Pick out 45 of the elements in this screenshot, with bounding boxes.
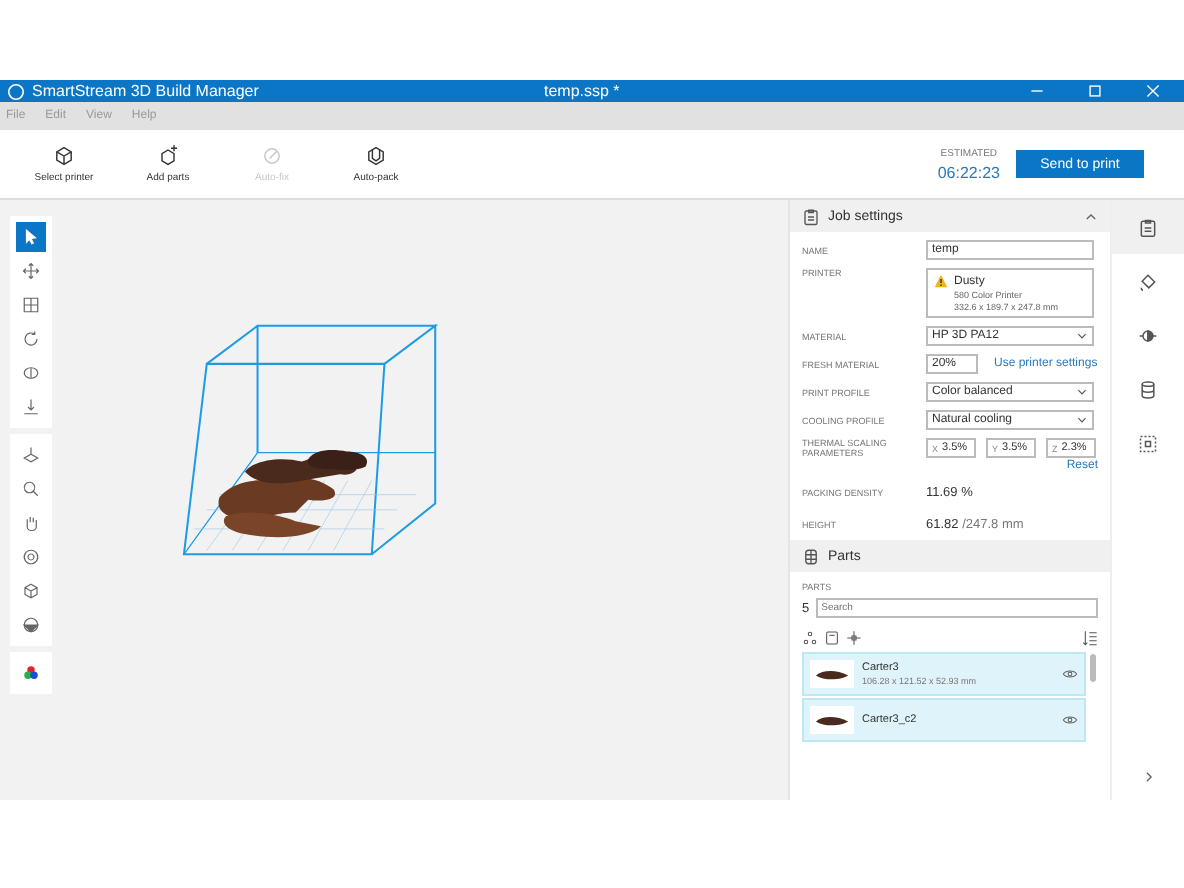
eye-icon[interactable] xyxy=(1062,666,1078,682)
rail-button[interactable] xyxy=(1112,200,1184,254)
move-icon xyxy=(22,262,40,280)
estimated-time: 06:22:23 xyxy=(937,163,1000,181)
add-cube-icon xyxy=(156,144,180,168)
part-thumbnail xyxy=(810,660,854,688)
app-title: SmartStream 3D Build Manager xyxy=(32,82,259,100)
drop-icon xyxy=(22,398,40,416)
clipboard-icon xyxy=(802,207,820,225)
close-icon[interactable] xyxy=(1146,84,1160,98)
chevron-down-icon xyxy=(1076,330,1088,342)
sort-icon[interactable] xyxy=(1082,630,1098,646)
pack-icon xyxy=(364,144,388,168)
database-icon xyxy=(1138,379,1158,399)
color-icon xyxy=(22,664,40,682)
scale-icon xyxy=(22,296,40,314)
orbit-icon xyxy=(22,548,40,566)
chevron-down-icon xyxy=(1076,414,1088,426)
part-thumbnail xyxy=(810,706,854,734)
selection-icon xyxy=(1138,433,1158,453)
half-circle-icon xyxy=(1138,325,1158,345)
tool-button[interactable] xyxy=(16,222,46,252)
mirror-icon xyxy=(22,364,40,382)
eye-icon[interactable] xyxy=(1062,712,1078,728)
warning-icon xyxy=(934,274,948,288)
chevron-down-icon xyxy=(1076,386,1088,398)
view-icon xyxy=(22,446,40,464)
align-icon[interactable] xyxy=(846,630,862,646)
group-icon[interactable] xyxy=(802,630,818,646)
search-icon xyxy=(22,480,40,498)
parts-icon xyxy=(802,547,820,565)
collapse-icon[interactable] xyxy=(1084,209,1098,223)
logo-icon xyxy=(8,83,24,99)
cursor-icon xyxy=(22,228,40,246)
minimize-icon[interactable] xyxy=(1030,84,1044,98)
clipboard-icon xyxy=(1138,217,1158,237)
hand-icon xyxy=(22,514,40,532)
expand-icon[interactable] xyxy=(1141,770,1155,784)
window-title: temp.ssp * xyxy=(544,82,620,100)
cube-icon xyxy=(22,582,40,600)
cube-icon xyxy=(52,144,76,168)
frame-icon[interactable] xyxy=(824,630,840,646)
maximize-icon[interactable] xyxy=(1088,84,1102,98)
shading-icon xyxy=(22,616,40,634)
rotate-icon xyxy=(22,330,40,348)
